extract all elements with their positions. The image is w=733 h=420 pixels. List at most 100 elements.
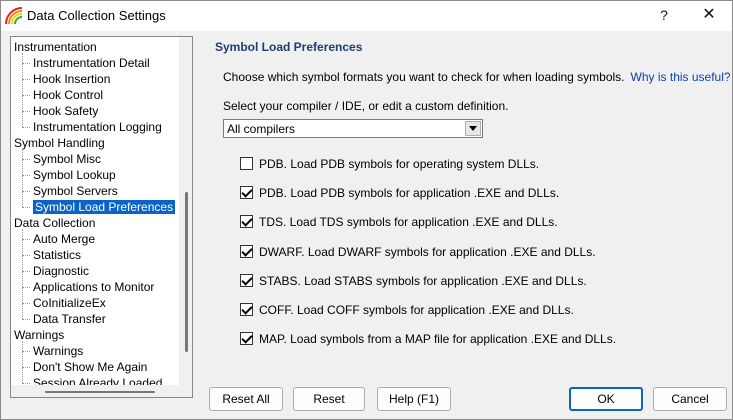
tree-vertical-scrollbar[interactable] — [179, 37, 192, 385]
tree-item-label: Symbol Handling — [14, 136, 105, 150]
tree-item-label: Data Collection — [14, 216, 96, 230]
tree-item[interactable]: Data Transfer — [33, 311, 106, 327]
description-text: Choose which symbol formats you want to … — [223, 70, 625, 84]
tree-connector — [22, 383, 30, 384]
checkbox[interactable] — [240, 157, 253, 170]
option-label: PDB. Load PDB symbols for application .E… — [259, 186, 560, 200]
tree-connector — [22, 341, 23, 383]
tree-vertical-scroll-thumb[interactable] — [185, 192, 188, 352]
tree-connector — [22, 351, 30, 352]
panel-title: Symbol Load Preferences — [215, 40, 363, 54]
tree-connector — [22, 271, 30, 272]
tree-connector — [22, 63, 30, 64]
tree-item-label: Symbol Misc — [33, 152, 102, 166]
tree-item-label: Diagnostic — [33, 264, 90, 278]
tree-item[interactable]: Don't Show Me Again — [33, 359, 147, 375]
tree-item-label: Hook Insertion — [33, 72, 111, 86]
tree-item[interactable]: Symbol Load Preferences — [33, 199, 176, 215]
tree-item[interactable]: Warnings — [33, 343, 83, 359]
tree-item-label: Symbol Servers — [33, 184, 118, 198]
tree-item[interactable]: Symbol Lookup — [33, 167, 116, 183]
why-useful-link[interactable]: Why is this useful? — [631, 70, 731, 84]
tree-horizontal-scrollbar[interactable] — [11, 385, 192, 397]
checkbox[interactable] — [240, 215, 253, 228]
tree-item[interactable]: Instrumentation Logging — [33, 119, 162, 135]
option-label: COFF. Load COFF symbols for application … — [259, 303, 574, 317]
tree-category[interactable]: Symbol Handling — [14, 135, 105, 151]
tree-connector — [22, 303, 30, 304]
help-button[interactable]: Help (F1) — [377, 387, 451, 411]
tree-category[interactable]: Instrumentation — [14, 39, 97, 55]
tree-connector — [22, 111, 30, 112]
tree-connector — [22, 175, 30, 176]
compiler-select-label: Select your compiler / IDE, or edit a cu… — [223, 99, 509, 113]
tree-item-label: CoInitializeEx — [33, 296, 106, 310]
tree-item[interactable]: Symbol Servers — [33, 183, 118, 199]
tree-items: Instrumentation Instrumentation Detail Hoo… — [11, 37, 179, 391]
tree-horizontal-scroll-thumb[interactable] — [45, 391, 155, 393]
tree-connector — [22, 95, 30, 96]
compiler-select[interactable]: All compilers — [223, 119, 483, 138]
tree-connector — [22, 229, 23, 319]
checkbox[interactable] — [240, 245, 253, 258]
tree-item-label: Auto Merge — [33, 232, 96, 246]
tree-item-label: Symbol Load Preferences — [33, 200, 176, 214]
tree-item[interactable]: Hook Insertion — [33, 71, 110, 87]
app-rainbow-icon — [5, 7, 23, 25]
tree-item[interactable]: Diagnostic — [33, 263, 89, 279]
settings-tree[interactable]: Instrumentation Instrumentation Detail Hoo… — [10, 36, 193, 398]
compiler-select-value: All compilers — [227, 122, 296, 136]
option-label: STABS. Load STABS symbols for applicatio… — [259, 274, 587, 288]
option-label: TDS. Load TDS symbols for application .E… — [259, 215, 558, 229]
chevron-down-icon[interactable] — [465, 121, 481, 136]
checkbox[interactable] — [240, 186, 253, 199]
tree-item[interactable]: Applications to Monitor — [33, 279, 154, 295]
checkbox[interactable] — [240, 274, 253, 287]
tree-item-label: Don't Show Me Again — [33, 360, 148, 374]
checkbox[interactable] — [240, 303, 253, 316]
cancel-button[interactable]: Cancel — [653, 387, 727, 411]
tree-item-label: Statistics — [33, 248, 82, 262]
tree-item[interactable]: Hook Safety — [33, 103, 98, 119]
tree-connector — [22, 149, 23, 207]
tree-connector — [22, 239, 30, 240]
checkbox[interactable] — [240, 332, 253, 345]
tree-item-label: Data Transfer — [33, 312, 106, 326]
tree-item[interactable]: Statistics — [33, 247, 81, 263]
tree-connector — [22, 207, 30, 208]
tree-item-label: Hook Control — [33, 88, 104, 102]
tree-item[interactable]: Instrumentation Detail — [33, 55, 150, 71]
tree-item-label: Hook Safety — [33, 104, 99, 118]
reset-button[interactable]: Reset — [293, 387, 365, 411]
tree-item[interactable]: Hook Control — [33, 87, 103, 103]
tree-connector — [22, 127, 30, 128]
tree-item[interactable]: Symbol Misc — [33, 151, 101, 167]
close-button[interactable]: ✕ — [686, 1, 732, 31]
tree-item-label: Warnings — [14, 328, 65, 342]
tree-item-label: Instrumentation Detail — [33, 56, 150, 70]
tree-connector — [22, 255, 30, 256]
dialog-window: Data Collection Settings ? ✕ Instrumenta… — [0, 0, 733, 420]
tree-connector — [22, 79, 30, 80]
tree-item[interactable]: CoInitializeEx — [33, 295, 106, 311]
tree-connector — [22, 367, 30, 368]
option-label: PDB. Load PDB symbols for operating syst… — [259, 157, 540, 171]
tree-item-label: Symbol Lookup — [33, 168, 116, 182]
tree-category[interactable]: Data Collection — [14, 215, 95, 231]
help-title-button[interactable]: ? — [641, 1, 687, 31]
tree-connector — [22, 159, 30, 160]
window-title: Data Collection Settings — [27, 8, 166, 23]
ok-button[interactable]: OK — [569, 387, 643, 411]
tree-item-label: Instrumentation Logging — [33, 120, 162, 134]
tree-item[interactable]: Auto Merge — [33, 231, 95, 247]
title-bar[interactable]: Data Collection Settings ? ✕ — [1, 1, 732, 31]
tree-connector — [22, 319, 30, 320]
option-label: MAP. Load symbols from a MAP file for ap… — [259, 332, 617, 346]
tree-item-label: Instrumentation — [14, 40, 97, 54]
panel-description: Choose which symbol formats you want to … — [223, 70, 731, 84]
tree-item-label: Applications to Monitor — [33, 280, 155, 294]
tree-item-label: Warnings — [33, 344, 84, 358]
option-label: DWARF. Load DWARF symbols for applicatio… — [259, 245, 596, 259]
reset-all-button[interactable]: Reset All — [209, 387, 283, 411]
tree-connector — [22, 53, 23, 127]
